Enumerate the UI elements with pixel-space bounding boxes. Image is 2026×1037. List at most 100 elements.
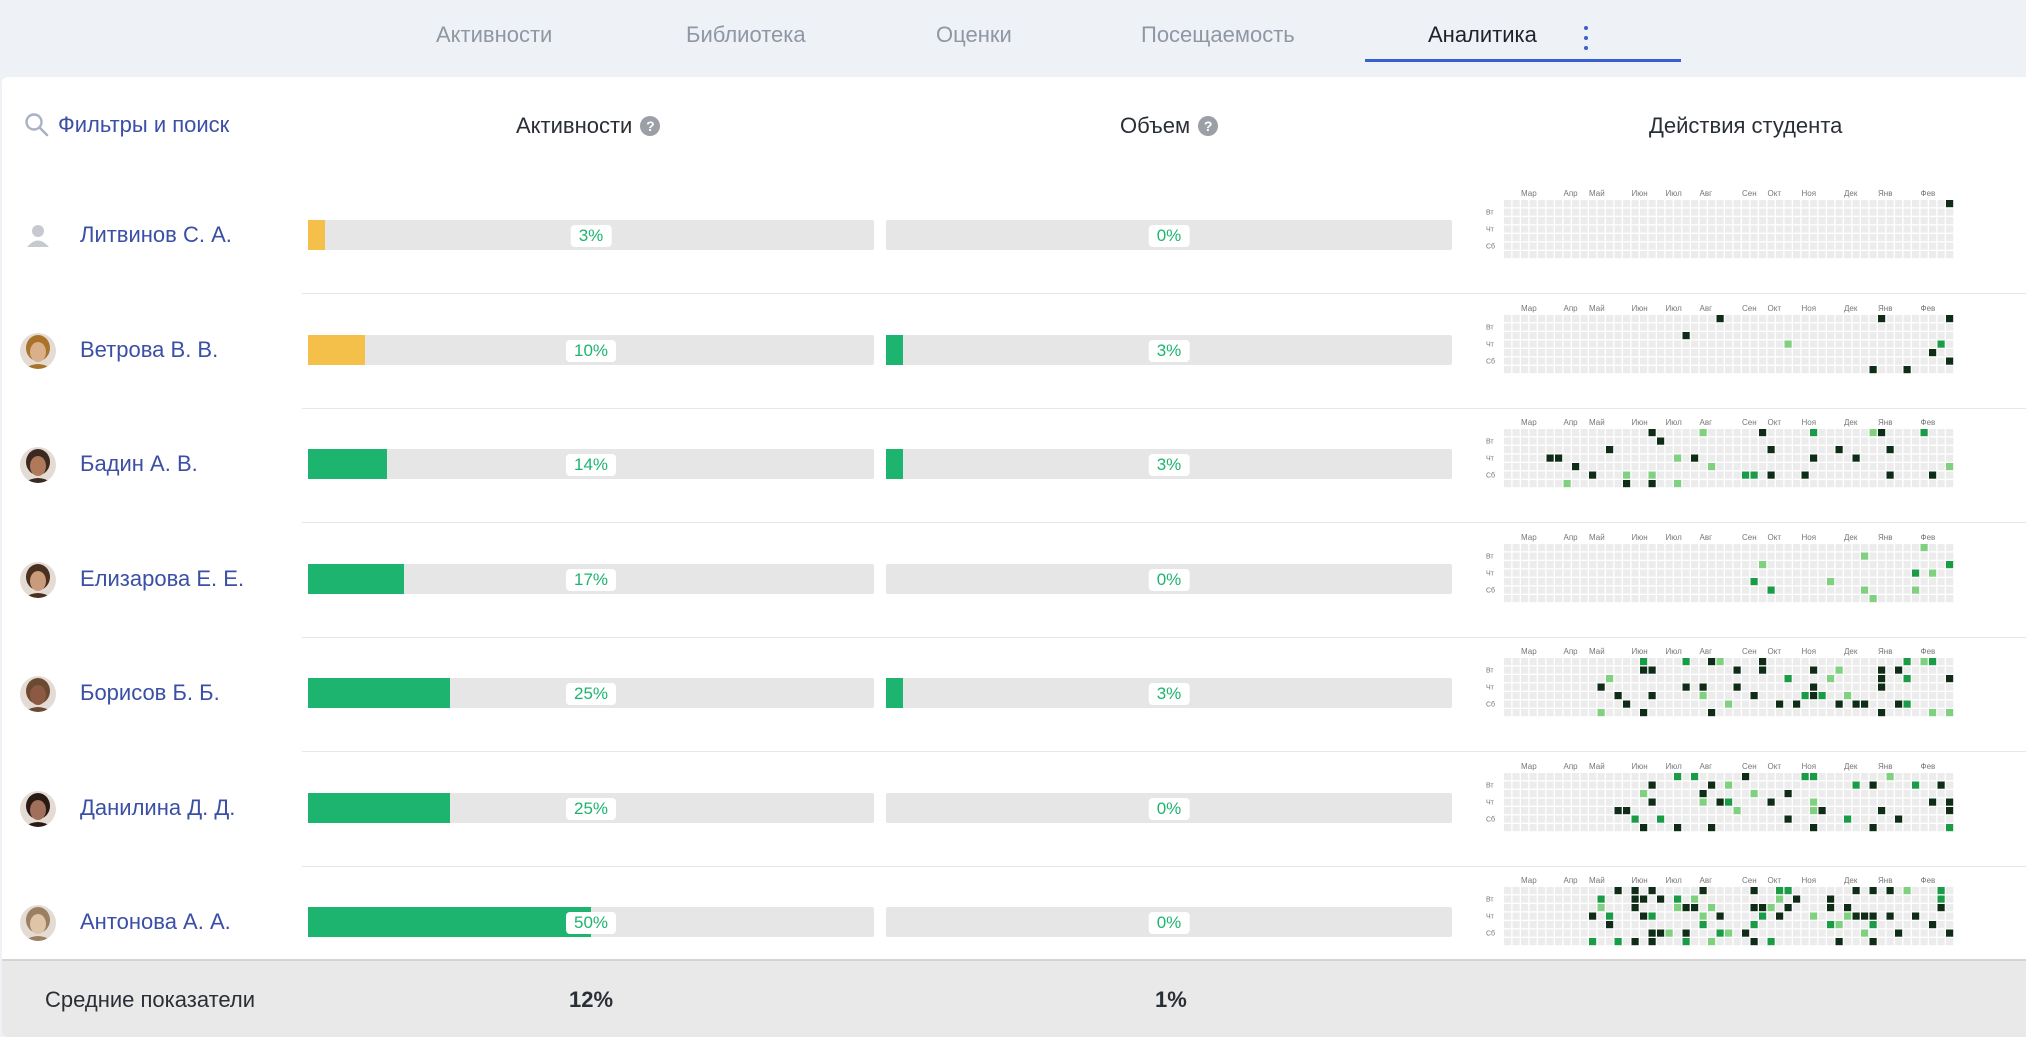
heatmap-cell	[1784, 357, 1792, 365]
heatmap-cell	[1716, 242, 1724, 250]
student-name-link[interactable]: Ветрова В. В.	[80, 337, 218, 363]
tab-library[interactable]: Библиотека	[686, 22, 806, 48]
heatmap-cell	[1597, 577, 1605, 585]
heatmap-cell	[1521, 225, 1529, 233]
volume-help-icon[interactable]: ?	[1198, 116, 1219, 136]
heatmap-cell	[1572, 692, 1580, 700]
heatmap-cell	[1725, 929, 1733, 937]
heatmap-cell	[1521, 823, 1529, 831]
heatmap-cell	[1555, 921, 1563, 929]
heatmap-cell	[1572, 586, 1580, 594]
heatmap-cell	[1733, 658, 1741, 666]
heatmap-cell	[1504, 904, 1512, 912]
heatmap-cell	[1725, 340, 1733, 348]
student-name-link[interactable]: Елизарова Е. Е.	[80, 566, 244, 592]
heatmap-cell	[1623, 437, 1631, 445]
heatmap-cell	[1903, 577, 1911, 585]
heatmap-cell	[1614, 446, 1622, 454]
heatmap-cell	[1580, 675, 1588, 683]
heatmap-cell	[1589, 480, 1597, 488]
heatmap-cell	[1835, 217, 1843, 225]
heatmap-cell	[1708, 331, 1716, 339]
heatmap-cell	[1725, 815, 1733, 823]
heatmap-cell	[1750, 815, 1758, 823]
heatmap-cell	[1920, 887, 1928, 895]
heatmap-cell	[1784, 709, 1792, 717]
heatmap-cell	[1852, 692, 1860, 700]
heatmap-cell	[1844, 365, 1852, 373]
heatmap-cell	[1623, 454, 1631, 462]
heatmap-cell	[1572, 480, 1580, 488]
heatmap-cell	[1784, 314, 1792, 322]
heatmap-cell	[1929, 471, 1937, 479]
heatmap-cell	[1801, 340, 1809, 348]
tab-analytics[interactable]: Аналитика	[1428, 22, 1537, 48]
student-name-link[interactable]: Бадин А. В.	[80, 451, 198, 477]
heatmap-cell	[1572, 798, 1580, 806]
activity-heatmap: Мар Апр Май Июн Июл Авг Сен Окт Ноя Дек Янв Фев Вт Чт…	[1486, 532, 1955, 604]
heatmap-cell	[1597, 709, 1605, 717]
heatmap-cell	[1759, 586, 1767, 594]
heatmap-cell	[1614, 340, 1622, 348]
heatmap-cell	[1572, 806, 1580, 814]
tab-activities[interactable]: Активности	[436, 22, 552, 48]
volume-percent-label: 0%	[1148, 912, 1190, 934]
heatmap-cell	[1716, 806, 1724, 814]
heatmap-cell	[1563, 675, 1571, 683]
tab-attendance[interactable]: Посещаемость	[1141, 22, 1295, 48]
heatmap-cell	[1597, 242, 1605, 250]
heatmap-cell	[1759, 921, 1767, 929]
heatmap-cell	[1546, 331, 1554, 339]
student-name-link[interactable]: Данилина Д. Д.	[80, 795, 235, 821]
heatmap-cell	[1801, 709, 1809, 717]
heatmap-cell	[1878, 552, 1886, 560]
heatmap-cell	[1674, 938, 1682, 946]
heatmap-cell	[1691, 331, 1699, 339]
student-name-link[interactable]: Борисов Б. Б.	[80, 680, 220, 706]
heatmap-cell	[1946, 429, 1954, 437]
heatmap-cell	[1759, 683, 1767, 691]
heatmap-cell	[1903, 789, 1911, 797]
activity-progress-fill	[308, 678, 450, 708]
activity-help-icon[interactable]: ?	[640, 116, 661, 136]
heatmap-cell	[1946, 480, 1954, 488]
heatmap-grid: Мар Апр Май Июн Июл Авг Сен Окт Ноя Дек Янв ФевВтЧт…	[1486, 304, 1954, 373]
student-name-link[interactable]: Антонова А. А.	[80, 909, 231, 935]
heatmap-cell	[1538, 658, 1546, 666]
heatmap-cell	[1529, 560, 1537, 568]
more-options-icon[interactable]	[1578, 20, 1594, 54]
heatmap-cell	[1589, 446, 1597, 454]
heatmap-cell	[1640, 806, 1648, 814]
student-name-link[interactable]: Литвинов С. А.	[80, 222, 232, 248]
heatmap-cell	[1912, 904, 1920, 912]
heatmap-cell	[1657, 552, 1665, 560]
tab-grades[interactable]: Оценки	[936, 22, 1012, 48]
heatmap-cell	[1776, 781, 1784, 789]
heatmap-cell	[1903, 251, 1911, 259]
heatmap-cell	[1504, 781, 1512, 789]
heatmap-month-label: Янв	[1878, 304, 1892, 313]
heatmap-cell	[1869, 594, 1877, 602]
heatmap-cell	[1691, 938, 1699, 946]
heatmap-cell	[1648, 569, 1656, 577]
heatmap-cell	[1767, 429, 1775, 437]
heatmap-cell	[1750, 929, 1758, 937]
heatmap-cell	[1691, 569, 1699, 577]
volume-progress-bar: 3%	[886, 449, 1452, 479]
heatmap-cell	[1818, 823, 1826, 831]
heatmap-month-label: Ноя	[1802, 418, 1817, 427]
heatmap-cell	[1810, 781, 1818, 789]
heatmap-cell	[1631, 675, 1639, 683]
filter-search-button[interactable]: Фильтры и поиск	[24, 112, 229, 138]
heatmap-cell	[1512, 675, 1520, 683]
heatmap-cell	[1920, 577, 1928, 585]
heatmap-cell	[1699, 365, 1707, 373]
heatmap-cell	[1521, 552, 1529, 560]
heatmap-month-label: Окт	[1768, 304, 1782, 313]
heatmap-cell	[1801, 348, 1809, 356]
heatmap-cell	[1529, 348, 1537, 356]
heatmap-day-label: Чт	[1486, 227, 1495, 234]
heatmap-cell	[1733, 200, 1741, 208]
heatmap-cell	[1682, 709, 1690, 717]
heatmap-cell	[1861, 251, 1869, 259]
